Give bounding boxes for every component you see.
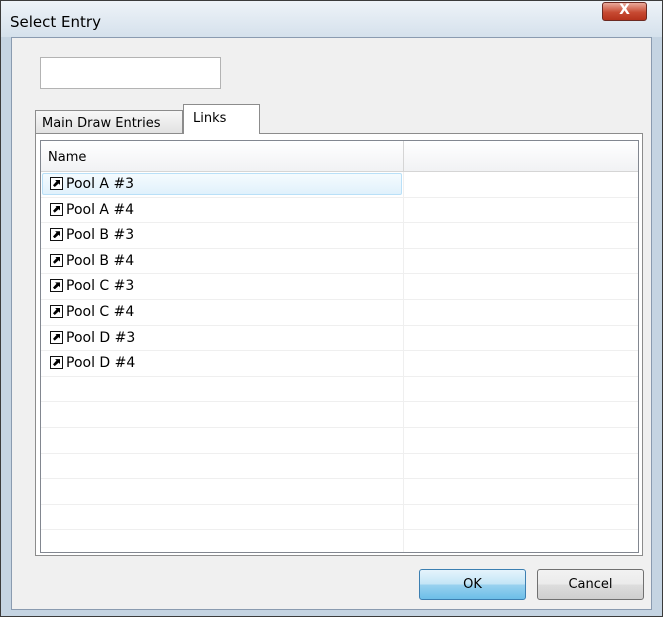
list-row bbox=[41, 530, 638, 552]
column-gridline bbox=[403, 402, 404, 427]
row-name-label: Pool A #4 bbox=[66, 201, 135, 218]
column-gridline bbox=[403, 299, 404, 325]
column-gridline bbox=[403, 325, 404, 351]
column-gridline bbox=[403, 504, 404, 530]
shortcut-link-icon bbox=[50, 356, 63, 370]
shortcut-link-icon bbox=[50, 330, 63, 344]
tab-links[interactable]: Links bbox=[183, 104, 260, 134]
cancel-button[interactable]: Cancel bbox=[537, 569, 644, 600]
list-row[interactable]: Pool D #4 bbox=[41, 351, 638, 377]
column-gridline bbox=[403, 530, 404, 552]
list-row[interactable]: Pool C #4 bbox=[41, 299, 638, 326]
close-icon: X bbox=[619, 2, 630, 18]
list-row bbox=[41, 427, 638, 454]
column-gridline bbox=[403, 274, 404, 299]
list-row[interactable]: Pool D #3 bbox=[41, 325, 638, 352]
row-name-label: Pool C #4 bbox=[66, 303, 135, 320]
column-gridline bbox=[403, 197, 404, 223]
list-rows: Pool A #3 Pool A #4 Pool B #3 Pool B #4 Pool… bbox=[41, 172, 638, 552]
column-gridline bbox=[403, 427, 404, 453]
tab-main-draw-entries[interactable]: Main Draw Entries bbox=[35, 110, 183, 134]
column-gridline bbox=[403, 479, 404, 504]
dialog-title: Select Entry bbox=[10, 13, 101, 31]
close-button[interactable]: X bbox=[602, 2, 647, 21]
row-name-label: Pool D #3 bbox=[66, 329, 136, 346]
ok-button[interactable]: OK bbox=[419, 569, 526, 600]
list-row[interactable]: Pool C #3 bbox=[41, 274, 638, 300]
column-header-name[interactable]: Name bbox=[48, 150, 86, 165]
shortcut-link-icon bbox=[50, 253, 63, 267]
list-row bbox=[41, 453, 638, 480]
list-row bbox=[41, 402, 638, 428]
list-row[interactable]: Pool B #3 bbox=[41, 223, 638, 249]
list-row bbox=[41, 479, 638, 505]
row-name-label: Pool B #3 bbox=[66, 227, 135, 244]
column-gridline bbox=[403, 248, 404, 274]
column-divider[interactable] bbox=[403, 141, 404, 171]
shortcut-link-icon bbox=[50, 279, 63, 293]
list-row[interactable]: Pool A #3 bbox=[41, 172, 638, 198]
column-gridline bbox=[403, 376, 404, 402]
entries-list[interactable]: Name Pool A #3 Pool A #4 Pool B #3 Pool B #… bbox=[40, 140, 639, 553]
tab-panel-links: Name Pool A #3 Pool A #4 Pool B #3 Pool B #… bbox=[35, 133, 643, 556]
list-header: Name bbox=[41, 141, 638, 172]
column-gridline bbox=[403, 172, 404, 197]
shortcut-link-icon bbox=[50, 177, 63, 190]
shortcut-link-icon bbox=[50, 304, 63, 318]
search-input[interactable] bbox=[40, 57, 221, 89]
row-name-label: Pool A #3 bbox=[66, 176, 135, 192]
column-gridline bbox=[403, 351, 404, 376]
list-row[interactable]: Pool B #4 bbox=[41, 248, 638, 275]
shortcut-link-icon bbox=[50, 202, 63, 216]
dialog-body: Main Draw Entries Links Name Pool A #3 Po… bbox=[11, 37, 652, 610]
list-row bbox=[41, 504, 638, 531]
row-name-label: Pool C #3 bbox=[66, 278, 135, 295]
row-name-label: Pool B #4 bbox=[66, 252, 135, 269]
tab-label: Links bbox=[193, 111, 227, 126]
column-gridline bbox=[403, 453, 404, 479]
tab-label: Main Draw Entries bbox=[42, 116, 161, 131]
shortcut-link-icon bbox=[50, 228, 63, 242]
list-row[interactable]: Pool A #4 bbox=[41, 197, 638, 224]
select-entry-dialog: Select Entry X Main Draw Entries Links N… bbox=[0, 0, 663, 617]
row-name-label: Pool D #4 bbox=[66, 355, 136, 372]
list-row bbox=[41, 376, 638, 403]
column-gridline bbox=[403, 223, 404, 248]
title-bar[interactable]: Select Entry X bbox=[1, 1, 662, 37]
